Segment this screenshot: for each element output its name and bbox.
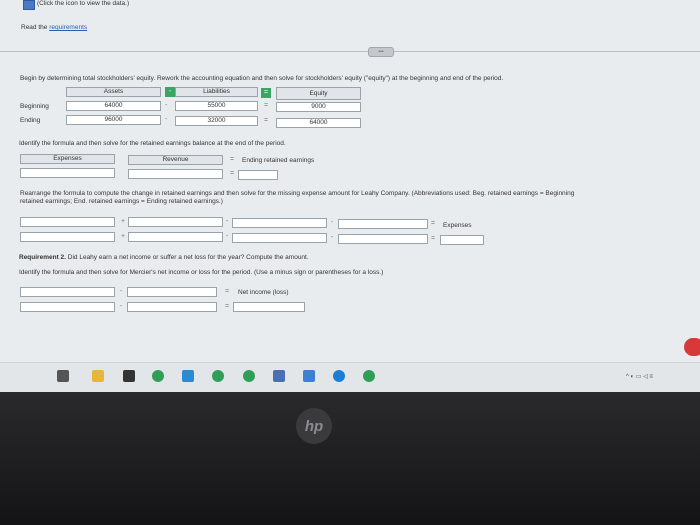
expense-input-3b[interactable] xyxy=(232,233,327,243)
plus-sign: + xyxy=(121,218,126,225)
instruction-equity: Begin by determining total stockholders'… xyxy=(20,75,504,82)
ending-liabilities-input[interactable]: 32000 xyxy=(175,116,258,126)
ending-equity-input[interactable]: 64000 xyxy=(276,118,361,128)
retained-input-1[interactable] xyxy=(20,168,115,178)
minus-sign: - xyxy=(331,219,334,226)
store-icon[interactable] xyxy=(273,370,285,382)
section-divider xyxy=(0,51,700,52)
expand-pill-button[interactable]: ••• xyxy=(368,47,394,57)
photos-icon[interactable] xyxy=(182,370,194,382)
hp-logo: hp xyxy=(296,408,332,444)
minus-sign: - xyxy=(331,234,334,241)
minus-sign: - xyxy=(165,116,168,123)
browser-screen: (Click the icon to view the data.) Read … xyxy=(0,0,700,392)
edge-icon[interactable] xyxy=(333,370,345,382)
read-requirements: Read the requirements xyxy=(21,24,88,31)
ending-assets-input[interactable]: 96000 xyxy=(66,115,161,125)
instruction-retained: Identify the formula and then solve for … xyxy=(19,140,286,147)
start-icon[interactable] xyxy=(57,370,69,382)
data-note: (Click the icon to view the data.) xyxy=(37,0,130,7)
system-tray[interactable]: ^ ◐ ▭ ◁ ≡ xyxy=(626,373,653,380)
mail-icon[interactable] xyxy=(303,370,315,382)
revenue-header: Revenue xyxy=(128,155,223,165)
data-table-icon[interactable] xyxy=(23,0,35,10)
net-income-input-2a[interactable] xyxy=(127,287,217,297)
taskbar xyxy=(0,362,700,392)
app-icon[interactable] xyxy=(123,370,135,382)
equals-sign: = xyxy=(431,220,436,227)
expense-input-1a[interactable] xyxy=(20,217,115,227)
equals-operator: = xyxy=(261,88,271,98)
minus-sign: - xyxy=(226,233,229,240)
assets-header: Assets xyxy=(66,87,161,97)
minus-operator: - xyxy=(165,87,175,97)
chrome-icon[interactable] xyxy=(212,370,224,382)
requirements-link[interactable]: requirements xyxy=(49,24,87,31)
instruction-expense-line2: retained earnings; End. retained earning… xyxy=(20,198,223,205)
laptop-bezel xyxy=(0,392,700,525)
ending-retained-earnings-label: Ending retained earnings xyxy=(242,157,315,164)
equals-sign: = xyxy=(225,288,230,295)
minus-sign: - xyxy=(120,288,123,295)
expenses-result-input[interactable] xyxy=(440,235,484,245)
expense-input-2b[interactable] xyxy=(128,232,223,242)
chrome-icon[interactable] xyxy=(243,370,255,382)
net-income-result-input[interactable] xyxy=(233,302,305,312)
instruction-net-income: Identify the formula and then solve for … xyxy=(19,269,384,276)
row-label-ending: Ending xyxy=(20,117,41,124)
net-income-input-1a[interactable] xyxy=(20,287,115,297)
chrome-icon[interactable] xyxy=(363,370,375,382)
expense-input-4b[interactable] xyxy=(338,234,428,244)
equals-sign: = xyxy=(230,170,235,177)
expenses-header: Expenses xyxy=(20,154,115,164)
beginning-liabilities-input[interactable]: 55000 xyxy=(175,101,258,111)
expense-input-3a[interactable] xyxy=(232,218,327,228)
requirement-2: Requirement 2. Did Leahy earn a net inco… xyxy=(19,254,309,261)
expense-input-2a[interactable] xyxy=(128,217,223,227)
minus-sign: - xyxy=(226,218,229,225)
row-label-beginning: Beginning xyxy=(20,103,49,110)
beginning-assets-input[interactable]: 64000 xyxy=(66,101,161,111)
net-income-input-1b[interactable] xyxy=(20,302,115,312)
minus-sign: - xyxy=(165,102,168,109)
expense-input-1b[interactable] xyxy=(20,232,115,242)
ending-retained-input[interactable] xyxy=(238,170,278,180)
net-income-input-2b[interactable] xyxy=(127,302,217,312)
red-action-button[interactable] xyxy=(684,338,700,356)
plus-sign: + xyxy=(121,233,126,240)
equals-sign: = xyxy=(431,235,436,242)
expenses-result-label: Expenses xyxy=(443,222,472,229)
minus-sign: - xyxy=(120,303,123,310)
file-explorer-icon[interactable] xyxy=(92,370,104,382)
equals-sign: = xyxy=(264,117,269,124)
equity-header: Equity xyxy=(276,87,361,100)
expense-input-4a[interactable] xyxy=(338,219,428,229)
retained-input-2[interactable] xyxy=(128,169,223,179)
liabilities-header: Liabilities xyxy=(175,87,258,97)
beginning-equity-input[interactable]: 9000 xyxy=(276,102,361,112)
net-income-label: Net income (loss) xyxy=(238,289,289,296)
instruction-expense-line1: Rearrange the formula to compute the cha… xyxy=(20,190,575,197)
chrome-icon[interactable] xyxy=(152,370,164,382)
equals-sign: = xyxy=(230,156,235,163)
equals-sign: = xyxy=(225,303,230,310)
equals-sign: = xyxy=(264,102,269,109)
